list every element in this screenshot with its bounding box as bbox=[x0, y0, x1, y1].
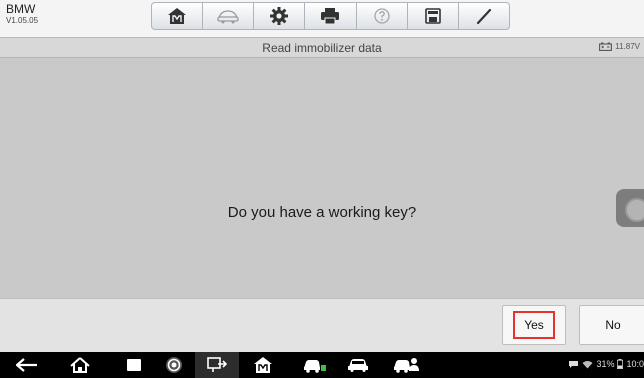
yes-button[interactable]: Yes bbox=[502, 305, 566, 345]
action-bar: Yes No bbox=[0, 298, 644, 352]
browser-shortcut[interactable] bbox=[162, 356, 186, 374]
car-battery-icon bbox=[599, 42, 613, 51]
screen-mirror-shortcut[interactable] bbox=[195, 352, 239, 378]
dialog-question: Do you have a working key? bbox=[227, 204, 417, 221]
remote-support-shortcut[interactable] bbox=[392, 356, 420, 374]
software-version: V1.05.05 bbox=[6, 16, 39, 25]
edit-button[interactable] bbox=[459, 3, 509, 29]
vehicle-voltage: 11.87V bbox=[599, 42, 640, 51]
settings-button[interactable] bbox=[254, 3, 306, 29]
clock: 10:0 bbox=[626, 359, 644, 369]
home-button[interactable] bbox=[152, 3, 204, 29]
vehicle-brand-block: BMW V1.05.05 bbox=[6, 3, 38, 25]
back-button[interactable] bbox=[14, 356, 40, 374]
vehicle-diagnostics-icon bbox=[304, 360, 326, 373]
no-button[interactable]: No bbox=[579, 305, 644, 345]
vehicle-swap-icon bbox=[217, 10, 239, 24]
battery-icon bbox=[617, 359, 624, 369]
edit-icon bbox=[476, 8, 492, 25]
save-icon bbox=[424, 8, 441, 24]
floating-assist-button[interactable] bbox=[616, 189, 644, 227]
system-status-area: 31% 10:0 bbox=[568, 359, 644, 369]
battery-percent: 31% bbox=[596, 359, 615, 369]
notification-icon bbox=[569, 360, 579, 368]
voltage-value: 11.87V bbox=[615, 42, 640, 51]
vehicle-brand: BMW bbox=[6, 2, 36, 16]
print-icon bbox=[321, 8, 340, 24]
dialog-area: Do you have a working key? bbox=[0, 58, 644, 298]
no-button-label: No bbox=[605, 318, 621, 332]
home-icon bbox=[168, 8, 187, 24]
wifi-icon bbox=[582, 360, 593, 368]
diagnostics-shortcut[interactable] bbox=[302, 356, 328, 374]
help-button[interactable] bbox=[357, 3, 408, 29]
recent-apps-button[interactable] bbox=[122, 356, 146, 374]
browser-icon bbox=[166, 357, 182, 373]
print-button[interactable] bbox=[305, 3, 357, 29]
system-navigation-bar: 31% 10:0 bbox=[0, 352, 644, 378]
android-home-icon bbox=[70, 357, 90, 373]
function-title-bar: Read immobilizer data 11.87V bbox=[0, 38, 644, 58]
vehicle-swap-button[interactable] bbox=[203, 3, 255, 29]
home-icon bbox=[254, 357, 272, 373]
recent-apps-icon bbox=[127, 359, 141, 371]
help-icon bbox=[373, 8, 390, 24]
app-header: BMW V1.05.05 bbox=[0, 0, 644, 38]
maxisys-home-shortcut[interactable] bbox=[250, 356, 276, 374]
back-arrow-icon bbox=[16, 358, 37, 372]
vehicle-shortcut[interactable] bbox=[345, 356, 371, 374]
screen-mirror-icon bbox=[207, 357, 228, 372]
car-icon bbox=[348, 359, 368, 372]
car-person-icon bbox=[394, 358, 419, 373]
yes-button-label: Yes bbox=[513, 311, 555, 339]
settings-gear-icon bbox=[270, 7, 289, 25]
function-title: Read immobilizer data bbox=[262, 41, 382, 55]
main-toolbar bbox=[151, 2, 510, 30]
home-nav-button[interactable] bbox=[67, 356, 93, 374]
save-button[interactable] bbox=[408, 3, 459, 29]
